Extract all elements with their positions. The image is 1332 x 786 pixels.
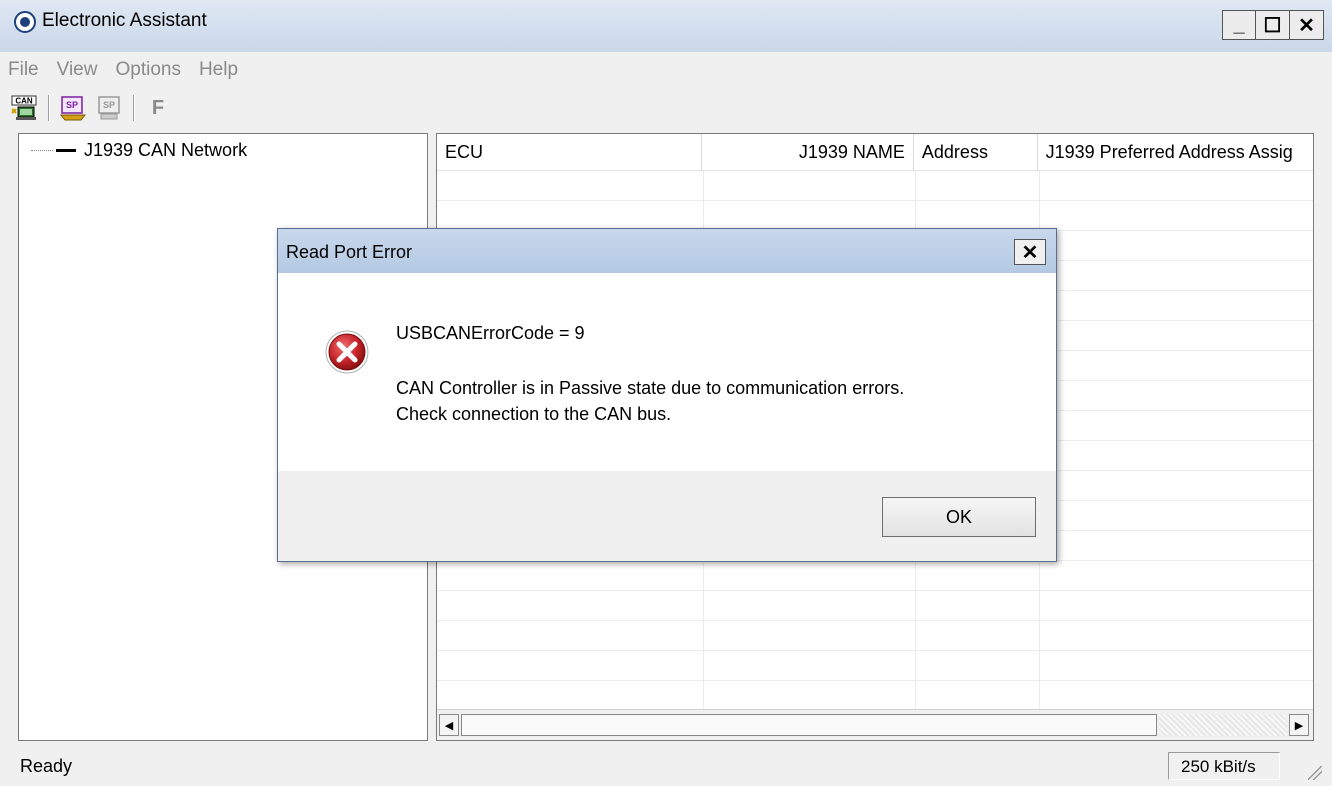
- toolbar: CAN SP SP F: [8, 90, 178, 126]
- dialog-title-bar: Read Port Error ✕: [278, 229, 1056, 273]
- dialog-footer: OK: [278, 471, 1056, 561]
- menu-help[interactable]: Help: [199, 59, 238, 81]
- scroll-left-arrow-icon[interactable]: ◀: [439, 714, 459, 736]
- ok-button[interactable]: OK: [882, 497, 1036, 537]
- error-message-line-1: CAN Controller is in Passive state due t…: [396, 378, 905, 398]
- grid-row-line: [437, 650, 1313, 651]
- network-line-icon: [56, 149, 76, 152]
- bitrate-indicator: 250 kBit/s: [1168, 752, 1280, 780]
- sp-icon-label-disabled: SP: [103, 100, 115, 110]
- f-label: F: [151, 96, 165, 119]
- spn-edit-icon: SP: [59, 96, 87, 121]
- error-code-text: USBCANErrorCode = 9: [396, 323, 585, 343]
- error-icon: [325, 330, 369, 374]
- maximize-button[interactable]: ☐: [1256, 10, 1290, 40]
- scroll-track[interactable]: [1159, 714, 1287, 736]
- list-header: ECU J1939 NAME Address J1939 Preferred A…: [437, 134, 1313, 171]
- sp-icon-label: SP: [66, 100, 78, 110]
- menu-bar: File View Options Help: [0, 52, 1332, 88]
- column-header-address[interactable]: Address: [914, 134, 1038, 170]
- error-message: CAN Controller is in Passive state due t…: [396, 375, 904, 427]
- spn-edit-button[interactable]: SP: [57, 93, 89, 123]
- window-controls: _ ☐ ✕: [1222, 10, 1324, 40]
- can-network-icon: CAN: [11, 95, 37, 120]
- status-bar: Ready 250 kBit/s: [0, 748, 1332, 786]
- minimize-button[interactable]: _: [1222, 10, 1256, 40]
- scroll-thumb[interactable]: [461, 714, 1157, 736]
- resize-grip-icon[interactable]: [1308, 766, 1322, 780]
- toolbar-separator: [48, 95, 49, 121]
- horizontal-scrollbar[interactable]: ◀ ▶: [437, 709, 1313, 740]
- tree-connector: [31, 150, 53, 151]
- tree-item-label: J1939 CAN Network: [84, 140, 248, 160]
- dialog-title: Read Port Error: [286, 242, 413, 262]
- menu-file[interactable]: File: [8, 59, 39, 81]
- status-text: Ready: [20, 756, 73, 776]
- f-button[interactable]: F: [142, 93, 174, 123]
- column-header-j1939-name[interactable]: J1939 NAME: [702, 134, 914, 170]
- grid-row-line: [437, 680, 1313, 681]
- toolbar-separator: [133, 95, 134, 121]
- title-bar: Electronic Assistant _ ☐ ✕: [0, 0, 1332, 52]
- read-port-error-dialog: Read Port Error ✕ USBCANErrorCode = 9 CA…: [277, 228, 1057, 562]
- app-icon: [14, 11, 36, 33]
- dialog-body: USBCANErrorCode = 9 CAN Controller is in…: [278, 273, 1056, 471]
- can-network-button[interactable]: CAN: [8, 93, 40, 123]
- dialog-close-button[interactable]: ✕: [1014, 239, 1046, 265]
- close-button[interactable]: ✕: [1290, 10, 1324, 40]
- spn-disabled-button[interactable]: SP: [93, 93, 125, 123]
- menu-view[interactable]: View: [57, 59, 98, 81]
- error-message-line-2: Check connection to the CAN bus.: [396, 404, 672, 424]
- column-header-ecu[interactable]: ECU: [437, 134, 703, 170]
- grid-row-line: [437, 590, 1313, 591]
- tree-item-j1939-network[interactable]: J1939 CAN Network: [31, 140, 247, 161]
- spn-disabled-icon: SP: [98, 96, 120, 120]
- menu-options[interactable]: Options: [115, 59, 180, 81]
- scroll-right-arrow-icon[interactable]: ▶: [1289, 714, 1309, 736]
- column-header-preferred-address[interactable]: J1939 Preferred Address Assig: [1038, 134, 1313, 170]
- grid-row-line: [437, 200, 1313, 201]
- can-icon-label: CAN: [15, 97, 33, 106]
- grid-row-line: [437, 620, 1313, 621]
- window-title: Electronic Assistant: [42, 10, 207, 31]
